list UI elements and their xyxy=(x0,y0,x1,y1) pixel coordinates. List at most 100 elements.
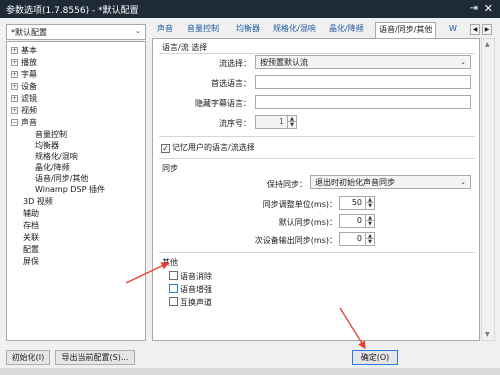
collapse-icon[interactable]: − xyxy=(11,119,18,126)
secondary-sync-label: 次设备输出同步(ms)： xyxy=(254,236,337,245)
spin-down-icon[interactable]: ▼ xyxy=(287,122,296,128)
expand-icon[interactable]: + xyxy=(11,107,18,114)
scroll-up-icon[interactable]: ▲ xyxy=(485,41,490,48)
tree-item-label: 晶化/降频 xyxy=(35,163,70,172)
tree-item-equalizer[interactable]: 均衡器 xyxy=(35,140,59,151)
preset-select-value: *默认配置 xyxy=(11,28,47,37)
keep-sync-select[interactable]: 退出时初始化声音同步 ⌄ xyxy=(310,175,471,189)
window-title: 参数选项(1.7.8556) - *默认配置 xyxy=(6,6,139,16)
tab-voice-sync[interactable]: 语音/同步/其他 xyxy=(375,22,437,38)
tree-item-basic[interactable]: + 基本 xyxy=(11,45,37,56)
swap-channel-checkbox[interactable]: 互换声道 xyxy=(169,297,212,308)
tree-item-label: 均衡器 xyxy=(35,141,59,150)
tab-crystal[interactable]: 晶化/降频 xyxy=(329,22,364,38)
stream-no-label: 流序号： xyxy=(219,119,251,128)
settings-tree: + 基本 + 播放 + 字幕 + 设备 + 滤镜 + 视频 − 声音 音量控制 均衡器 规格化… xyxy=(6,41,146,341)
tree-item-label: 规格化/混响 xyxy=(35,152,78,161)
remember-lang-label: 记忆用户的语言/流选择 xyxy=(172,143,255,152)
tree-item-label: 关联 xyxy=(23,233,39,242)
voice-cancel-checkbox[interactable]: 语音消除 xyxy=(169,271,212,282)
preset-select[interactable]: *默认配置 ⌄ xyxy=(6,24,146,40)
tree-item-assist[interactable]: 辅助 xyxy=(23,208,39,219)
stream-select[interactable]: 按预置默认流 ⌄ xyxy=(255,55,471,69)
tree-item-label: 屏保 xyxy=(23,257,39,266)
secondary-sync-spinner[interactable]: 0 ▲ ▼ xyxy=(339,232,375,246)
tab-audio[interactable]: 声音 xyxy=(157,22,173,38)
tree-item-subtitles[interactable]: + 字幕 xyxy=(11,69,37,80)
tree-item-device[interactable]: + 设备 xyxy=(11,81,37,92)
tree-item-filters[interactable]: + 滤镜 xyxy=(11,93,37,104)
tree-item-voice-sync[interactable]: 语音/同步/其他 xyxy=(35,173,88,184)
tree-item-winamp[interactable]: Winamp DSP 插件 xyxy=(35,184,105,195)
taskbar-strip xyxy=(0,368,500,375)
spin-down-icon[interactable]: ▼ xyxy=(365,239,374,245)
secondary-sync-value: 0 xyxy=(356,234,362,243)
tree-item-archive[interactable]: 存档 xyxy=(23,220,39,231)
chevron-down-icon: ⌄ xyxy=(460,58,466,66)
voice-enhance-checkbox[interactable]: 语音增强 xyxy=(169,284,212,295)
tree-item-playback[interactable]: + 播放 xyxy=(11,57,37,68)
spin-down-icon[interactable]: ▼ xyxy=(365,221,374,227)
checkbox-check-icon: ✓ xyxy=(161,144,170,153)
expand-icon[interactable]: + xyxy=(11,71,18,78)
group-divider xyxy=(159,252,475,253)
tab-scroll-left-icon[interactable]: ◀ xyxy=(470,24,480,35)
tree-item-normalize[interactable]: 规格化/混响 xyxy=(35,151,78,162)
keep-sync-value: 退出时初始化声音同步 xyxy=(315,178,395,187)
tree-item-crystal[interactable]: 晶化/降频 xyxy=(35,162,70,173)
tree-item-volume[interactable]: 音量控制 xyxy=(35,129,67,140)
expand-icon[interactable]: + xyxy=(11,47,18,54)
tree-item-screensaver[interactable]: 屏保 xyxy=(23,256,39,267)
stream-select-value: 按预置默认流 xyxy=(260,58,308,67)
tree-item-label: Winamp DSP 插件 xyxy=(35,185,105,194)
default-sync-label: 默认同步(ms)： xyxy=(278,218,337,227)
export-config-button[interactable]: 导出当前配置(S)... xyxy=(55,350,135,365)
tree-item-label: 音量控制 xyxy=(35,130,67,139)
checkbox-box xyxy=(169,271,178,280)
tree-item-label: 存档 xyxy=(23,221,39,230)
scroll-down-icon[interactable]: ▼ xyxy=(485,331,490,338)
tab-equalizer[interactable]: 均衡器 xyxy=(236,22,260,38)
tree-item-label: 播放 xyxy=(21,58,37,67)
default-sync-spinner[interactable]: 0 ▲ ▼ xyxy=(339,214,375,228)
expand-icon[interactable]: + xyxy=(11,83,18,90)
group-divider xyxy=(159,53,475,54)
expand-icon[interactable]: + xyxy=(11,59,18,66)
pin-icon[interactable]: ⇥ xyxy=(470,3,478,14)
swap-channel-label: 互换声道 xyxy=(180,298,212,307)
ok-button[interactable]: 确定(O) xyxy=(352,350,398,365)
tree-item-label: 视频 xyxy=(21,106,37,115)
tree-item-label: 滤镜 xyxy=(21,94,37,103)
tab-winamp[interactable]: W xyxy=(449,22,457,38)
adjust-unit-value: 50 xyxy=(351,198,362,207)
tab-normalize[interactable]: 规格化/混响 xyxy=(273,22,316,38)
tab-scroll-right-icon[interactable]: ▶ xyxy=(482,24,492,35)
title-bar: 参数选项(1.7.8556) - *默认配置 ⇥ ✕ xyxy=(0,0,500,18)
hidden-sub-lang-input[interactable] xyxy=(255,95,471,109)
page-scrollbar[interactable]: ▲ ▼ xyxy=(481,38,495,341)
tree-item-label: 3D 视频 xyxy=(23,197,53,206)
chevron-down-icon: ⌄ xyxy=(460,178,466,186)
tree-item-association[interactable]: 关联 xyxy=(23,232,39,243)
group-title-sync: 同步 xyxy=(162,164,178,173)
voice-enhance-label: 语音增强 xyxy=(180,285,212,294)
stream-no-spinner[interactable]: 1 ▲ ▼ xyxy=(255,115,297,129)
hidden-sub-lang-label: 隐藏字幕语言： xyxy=(195,99,251,108)
remember-lang-checkbox[interactable]: ✓ 记忆用户的语言/流选择 xyxy=(161,142,255,153)
first-lang-input[interactable] xyxy=(255,75,471,89)
expand-icon[interactable]: + xyxy=(11,95,18,102)
close-icon[interactable]: ✕ xyxy=(484,2,493,15)
tab-volume[interactable]: 音量控制 xyxy=(187,22,219,38)
tree-item-audio[interactable]: − 声音 xyxy=(11,117,37,128)
tab-strip: 声音 音量控制 均衡器 规格化/混响 晶化/降频 语音/同步/其他 W ◀ ▶ xyxy=(152,22,497,38)
spin-down-icon[interactable]: ▼ xyxy=(365,203,374,209)
adjust-unit-spinner[interactable]: 50 ▲ ▼ xyxy=(339,196,375,210)
init-button[interactable]: 初始化(I) xyxy=(6,350,50,365)
settings-page: 语言/流 选择 流选择： 按预置默认流 ⌄ 首选语言： 隐藏字幕语言： 流序号：… xyxy=(152,38,480,341)
tree-item-config[interactable]: 配置 xyxy=(23,244,39,255)
checkbox-box xyxy=(169,284,178,293)
tree-item-label: 辅助 xyxy=(23,209,39,218)
tree-item-video[interactable]: + 视频 xyxy=(11,105,37,116)
tree-item-3d-video[interactable]: 3D 视频 xyxy=(23,196,53,207)
voice-cancel-label: 语音消除 xyxy=(180,272,212,281)
